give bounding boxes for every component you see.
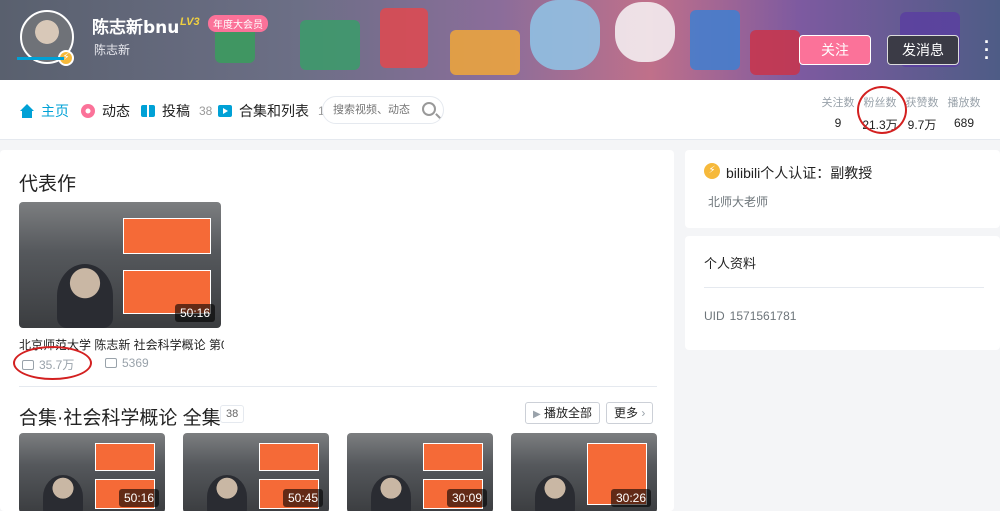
search-box[interactable] — [322, 96, 444, 124]
stat-label: 播放数 — [947, 97, 981, 109]
annotation-circle — [13, 346, 92, 380]
uid-label: UID — [704, 309, 725, 323]
profile-title: 个人资料 — [704, 256, 757, 271]
collection-title[interactable]: 合集·社会科学概论 全集 — [19, 403, 221, 430]
signature: 陈志新 — [94, 43, 131, 57]
play-icon: ▶ — [533, 409, 541, 420]
gift-box-decoration — [450, 30, 520, 75]
profile-divider — [704, 287, 984, 288]
gift-box-decoration — [300, 20, 360, 70]
home-icon — [20, 104, 34, 118]
username: 陈志新bnu — [92, 18, 180, 38]
collection-video-thumbnail[interactable]: 50:16 — [19, 433, 165, 511]
send-message-button[interactable]: 发消息 — [887, 35, 959, 65]
stat-label: 获赞数 — [905, 97, 939, 109]
play-all-label: 播放全部 — [544, 406, 593, 420]
gift-box-decoration — [690, 10, 740, 70]
video-duration: 30:26 — [610, 489, 651, 507]
tab-collections[interactable]: 合集和列表 1 — [217, 101, 325, 121]
lightning-icon: ⚡ — [704, 163, 720, 179]
uid-row: UID 1571561781 — [704, 309, 796, 323]
danmaku-count: 5369 — [105, 356, 149, 370]
stat-plays: 播放数 689 — [944, 94, 984, 130]
tab-label: 主页 — [41, 103, 69, 119]
video-duration: 50:45 — [282, 489, 323, 507]
tab-dynamics[interactable]: 动态 — [80, 101, 130, 121]
vip-badge[interactable]: 年度大会员 — [208, 15, 268, 32]
section-divider — [19, 386, 657, 387]
danmaku-icon — [105, 358, 117, 368]
danmaku-count-value: 5369 — [122, 356, 149, 370]
stat-likes: 获赞数 9.7万 — [902, 94, 942, 133]
search-input[interactable] — [333, 102, 419, 118]
more-options-icon[interactable]: · · · — [984, 33, 990, 67]
more-label: 更多 — [614, 406, 639, 420]
follow-button[interactable]: 关注 — [799, 35, 871, 65]
tab-count: 38 — [199, 104, 213, 118]
level-badge: LV3 — [180, 16, 200, 28]
tab-label: 动态 — [102, 103, 130, 119]
gift-box-decoration — [750, 30, 800, 75]
gift-box-decoration — [380, 8, 428, 68]
auth-text: bilibili个人认证：副教授 — [726, 165, 873, 181]
more-button[interactable]: 更多 › — [606, 402, 654, 424]
bunny-illustration — [615, 2, 675, 62]
auth-subtitle: 北师大老师 — [708, 195, 769, 209]
collection-count: 38 — [220, 405, 245, 423]
annotation-circle — [857, 86, 907, 134]
featured-section-title: 代表作 — [19, 174, 77, 195]
tab-label: 投稿 — [162, 103, 190, 119]
search-icon[interactable] — [422, 102, 436, 116]
collection-video-thumbnail[interactable]: 30:26 — [511, 433, 657, 511]
stat-following[interactable]: 关注数 9 — [818, 94, 858, 130]
tab-label: 合集和列表 — [239, 103, 309, 119]
collection-icon — [218, 105, 232, 117]
stat-label: 关注数 — [821, 97, 855, 109]
collection-video-thumbnail[interactable]: 50:45 — [183, 433, 329, 511]
video-duration: 50:16 — [174, 304, 215, 322]
video-duration: 50:16 — [118, 489, 159, 507]
stat-value: 9.7万 — [907, 118, 937, 132]
uploads-icon — [141, 105, 155, 117]
auth-card — [685, 150, 1000, 228]
play-all-button[interactable]: ▶ 播放全部 — [525, 402, 601, 424]
stat-value: 9 — [834, 116, 842, 130]
stat-value: 689 — [953, 116, 975, 130]
active-tab-indicator — [17, 57, 64, 60]
character-illustration — [530, 0, 600, 70]
tab-uploads[interactable]: 投稿 38 — [140, 101, 212, 121]
video-duration: 30:09 — [446, 489, 487, 507]
dynamics-icon — [81, 104, 95, 118]
tab-home[interactable]: 主页 — [19, 101, 69, 121]
collection-video-thumbnail[interactable]: 30:09 — [347, 433, 493, 511]
featured-video-thumbnail[interactable]: 50:16 — [19, 202, 221, 328]
chevron-right-icon: › — [641, 406, 646, 420]
uid-value: 1571561781 — [729, 309, 797, 323]
